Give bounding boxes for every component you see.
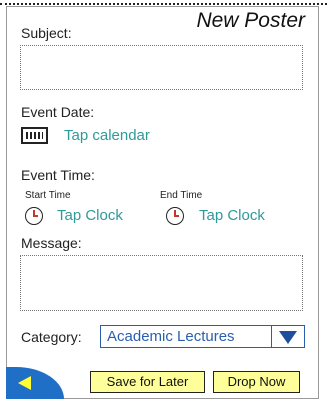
save-for-later-button[interactable]: Save for Later [90, 371, 205, 393]
event-time-label: Event Time: [21, 167, 95, 183]
drop-now-button[interactable]: Drop Now [213, 371, 300, 393]
select-divider [271, 326, 272, 347]
start-tap-clock-link[interactable]: Tap Clock [57, 207, 123, 224]
end-clock-icon[interactable] [166, 207, 184, 225]
chevron-down-icon[interactable] [279, 331, 297, 344]
subject-label: Subject: [21, 25, 72, 41]
page-title: New Poster [196, 9, 305, 32]
message-input[interactable] [20, 255, 303, 311]
subject-input[interactable] [20, 45, 303, 90]
category-label: Category: [21, 329, 82, 345]
calendar-icon[interactable] [21, 127, 48, 144]
end-tap-clock-link[interactable]: Tap Clock [199, 207, 265, 224]
back-arrow-icon [18, 376, 31, 390]
start-clock-icon[interactable] [25, 207, 43, 225]
event-date-label: Event Date: [21, 104, 95, 120]
category-select[interactable]: Academic Lectures [100, 325, 305, 348]
end-time-label: End Time [160, 190, 203, 201]
category-selected-value: Academic Lectures [107, 328, 235, 345]
start-time-label: Start Time [25, 190, 71, 201]
message-label: Message: [21, 235, 82, 251]
tap-calendar-link[interactable]: Tap calendar [64, 127, 150, 144]
top-dotted-rule [0, 3, 327, 5]
